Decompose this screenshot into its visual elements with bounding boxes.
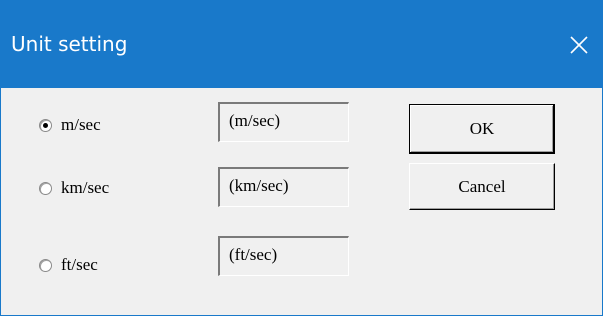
close-icon <box>570 35 588 54</box>
radio-label-km-sec: km/sec <box>61 178 110 197</box>
unit-display-m-sec: (m/sec) <box>218 102 349 142</box>
radio-button-ft-sec[interactable] <box>39 258 52 272</box>
close-button[interactable] <box>556 1 602 88</box>
radio-option-m-sec[interactable]: m/sec <box>39 115 101 135</box>
unit-display-ft-sec: (ft/sec) <box>218 236 349 276</box>
radio-label-m-sec: m/sec <box>61 115 101 134</box>
radio-label-ft-sec: ft/sec <box>61 255 98 274</box>
radio-button-m-sec[interactable] <box>39 118 52 132</box>
radio-option-km-sec[interactable]: km/sec <box>39 178 109 198</box>
cancel-button[interactable]: Cancel <box>409 163 555 210</box>
unit-display-km-sec: (km/sec) <box>218 167 349 207</box>
ok-button[interactable]: OK <box>409 104 555 154</box>
unit-setting-dialog: Unit setting m/sec (m/sec) km/sec (km/se… <box>0 0 603 316</box>
radio-option-ft-sec[interactable]: ft/sec <box>39 255 98 275</box>
title-bar[interactable]: Unit setting <box>1 1 602 88</box>
radio-button-km-sec[interactable] <box>39 181 52 195</box>
window-title: Unit setting <box>11 32 128 56</box>
